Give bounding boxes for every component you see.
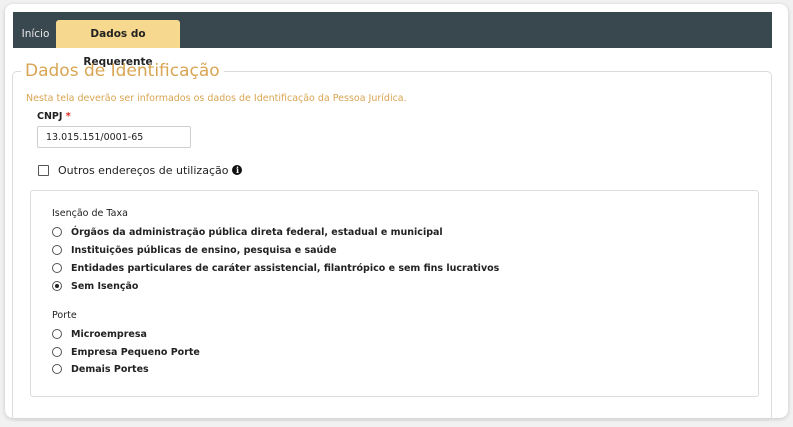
isencao-option[interactable]: Entidades particulares de caráter assist… [52, 261, 499, 275]
porte-option-label: Empresa Pequeno Porte [71, 346, 200, 358]
porte-title: Porte [52, 310, 77, 321]
porte-radio-demais-portes[interactable] [52, 364, 62, 374]
porte-radio-microempresa[interactable] [52, 329, 62, 339]
cnpj-label-text: CNPJ [37, 111, 63, 122]
isencao-radio-sem-isencao[interactable] [52, 281, 62, 291]
isencao-title: Isenção de Taxa [52, 208, 128, 219]
tab-bar: Início Dados do Requerente [13, 12, 772, 68]
isencao-option[interactable]: Instituições públicas de ensino, pesquis… [52, 243, 337, 257]
isencao-option[interactable]: Órgãos da administração pública direta f… [52, 225, 443, 239]
isencao-option-label: Entidades particulares de caráter assist… [71, 262, 500, 274]
outros-enderecos-row: Outros endereços de utilização i [38, 162, 243, 178]
tab-dados-do-requerente[interactable]: Dados do Requerente [56, 20, 180, 68]
cnpj-input[interactable] [37, 126, 191, 148]
tab-inicio[interactable]: Início [18, 20, 53, 48]
isencao-option-label: Sem Isenção [71, 280, 139, 292]
porte-option[interactable]: Microempresa [52, 327, 147, 341]
section-legend: Dados de Identificação [25, 61, 220, 81]
isencao-radio-entidades[interactable] [52, 263, 62, 273]
isencao-radio-instituicoes[interactable] [52, 245, 62, 255]
outros-enderecos-checkbox[interactable] [38, 164, 49, 176]
porte-option[interactable]: Empresa Pequeno Porte [52, 345, 200, 359]
intro-text: Nesta tela deverão ser informados os dad… [26, 93, 407, 104]
porte-option-label: Microempresa [71, 328, 147, 340]
isencao-option-label: Órgãos da administração pública direta f… [71, 226, 443, 238]
isencao-radio-orgaos[interactable] [52, 227, 62, 237]
isencao-option[interactable]: Sem Isenção [52, 279, 138, 293]
porte-option-label: Demais Portes [71, 363, 149, 375]
info-circle-icon[interactable]: i [232, 165, 243, 175]
porte-option[interactable]: Demais Portes [52, 362, 149, 376]
cnpj-label: CNPJ * [37, 111, 71, 122]
porte-radio-pequeno-porte[interactable] [52, 347, 62, 357]
outros-enderecos-label: Outros endereços de utilização [58, 163, 229, 177]
required-mark: * [65, 111, 71, 122]
isencao-option-label: Instituições públicas de ensino, pesquis… [71, 244, 337, 256]
